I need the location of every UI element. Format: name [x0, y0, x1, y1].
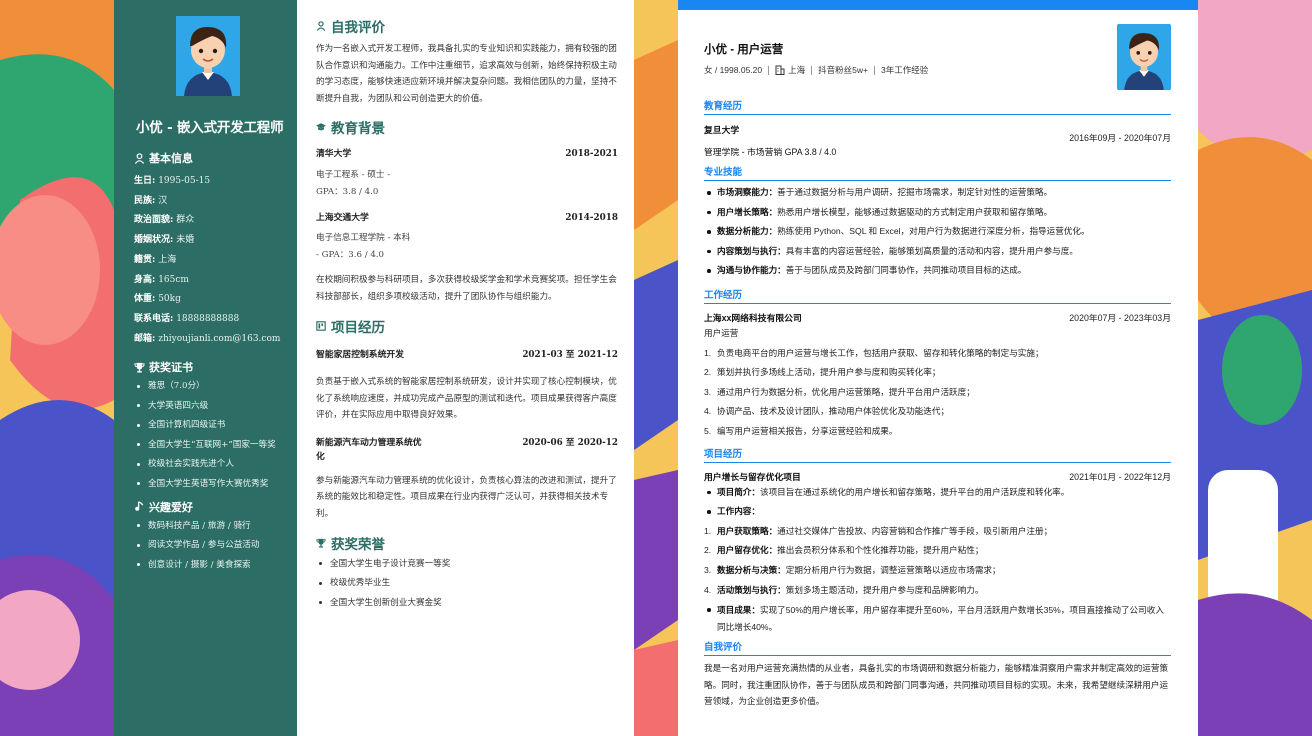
education-entry: 上海交通大学 2014-2018 电子信息工程学院 - 本科 - GPA：3.6 …: [316, 212, 618, 261]
list-item: 全国大学生英语写作大赛优秀奖: [134, 478, 279, 491]
avatar: [1117, 24, 1171, 90]
resume2-meta: 女 / 1998.05.20 上海 抖音粉丝5w+ 3年工作经验: [704, 65, 929, 75]
self-eval-heading: 自我评价: [704, 639, 1171, 657]
work-heading: 工作经历: [704, 287, 1171, 304]
list-item: 4. 协调产品、技术及设计团队，推动用户体验优化及功能迭代；: [704, 406, 950, 417]
list-item: 沟通与协作能力：善于与团队成员及跨部门同事协作，共同推动项目目标的达成。: [704, 261, 1171, 281]
skills-list: 市场洞察能力：善于通过数据分析与用户调研，挖掘市场需求，制定针对性的运营策略。 …: [704, 183, 1171, 281]
info-row: 政治面貌: 群众: [134, 215, 195, 226]
info-row: 邮箱: zhiyoujianli.com@163.com: [134, 333, 281, 344]
top-accent-bar: [678, 0, 1198, 10]
list-item: 校级优秀毕业生: [316, 577, 618, 590]
project-intro: 项目简介：该项目旨在通过系统化的用户增长和留存策略，提升平台的用户活跃度和转化率…: [704, 483, 1171, 522]
list-item: 3. 数据分析与决策：定期分析用户行为数据，调整运营策略以适应市场需求；: [704, 564, 1001, 575]
trophy-icon: [316, 538, 326, 548]
info-row: 身高: 165cm: [134, 274, 189, 285]
trophy-icon: [134, 362, 145, 373]
list-item: 5. 编写用户运营相关报告，分享运营经验和成果。: [704, 425, 898, 436]
project-entry: 智能家居控制系统开发 2021-03 至 2021-12 负责基于嵌入式系统的智能…: [316, 349, 618, 421]
honors-heading: 获奖荣誉: [316, 533, 618, 553]
list-item: 内容策划与执行：具有丰富的内容运营经验，能够策划高质量的活动和内容，提升用户参与…: [704, 242, 1171, 262]
work-role: 用户运营: [704, 327, 739, 338]
graduation-cap-icon: [316, 123, 326, 131]
work-duties: 1. 负责电商平台的用户运营与增长工作，包括用户获取、留存和转化策略的制定与实施；…: [704, 344, 1171, 442]
project-entry: 用户增长与留存优化项目 2021年01月 - 2022年12月: [704, 471, 1171, 482]
music-note-icon: [135, 501, 144, 512]
project-entry: 新能源汽车动力管理系统优化 2020-06 至 2020-12 参与新能源汽车动力…: [316, 437, 618, 520]
list-item: 项目成果：实现了50%的用户增长率，用户留存率提升至60%，平台月活跃用户数增长…: [704, 600, 1171, 635]
list-item: 全国大学生创新创业大赛金奖: [316, 597, 618, 610]
resume1-sidebar: 小优 - 嵌入式开发工程师 基本信息 生日: 1995-05-15 民族: 汉 …: [114, 0, 297, 736]
certificates-list: 雅思（7.0分） 大学英语四六级 全国计算机四级证书 全国大学生“互联网+”国家…: [134, 380, 279, 491]
list-item: 1. 用户获取策略：通过社交媒体广告投放、内容营销和合作推广等手段，吸引新用户注册…: [704, 525, 1053, 536]
self-eval-text: 作为一名嵌入式开发工程师，我具备扎实的专业知识和实践能力，拥有较强的团队合作意识…: [316, 44, 617, 104]
list-item: 数据分析能力：熟练使用 Python、SQL 和 Excel，对用户行为数据进行…: [704, 222, 1171, 242]
building-icon: [775, 65, 785, 75]
resume1-name-title: 小优 - 嵌入式开发工程师: [136, 120, 284, 136]
certificates-heading: 获奖证书: [134, 359, 279, 375]
info-row: 民族: 汉: [134, 195, 168, 206]
info-row: 生日: 1995-05-15: [134, 176, 211, 186]
project-steps: 1. 用户获取策略：通过社交媒体广告投放、内容营销和合作推广等手段，吸引新用户注册…: [704, 522, 1171, 600]
hobbies-heading: 兴趣爱好: [134, 499, 279, 515]
work-entry: 上海xx网络科技有限公司 2020年07月 - 2023年03月: [704, 312, 1171, 323]
list-item: 1. 负责电商平台的用户运营与增长工作，包括用户获取、留存和转化策略的制定与实施；: [704, 347, 1044, 358]
education-heading: 教育背景: [316, 117, 618, 137]
education-note: 在校期间积极参与科研项目，多次获得校级奖学金和学术竞赛奖项。担任学生会科技部部长…: [316, 275, 617, 302]
education-entry: 复旦大学 管理学院 - 市场营销 GPA 3.8 / 4.0 2016年09月 …: [704, 125, 1171, 157]
list-item: 全国大学生电子设计竞赛一等奖: [316, 558, 618, 571]
resume2-name-title: 小优 - 用户运营: [704, 44, 784, 56]
list-item: 4. 活动策划与执行：策划多场主题活动，提升用户参与度和品牌影响力。: [704, 584, 984, 595]
info-row: 联系电话: 18888888888: [134, 313, 240, 324]
hobbies-list: 数码科技产品 / 旅游 / 骑行 阅读文学作品 / 参与公益活动 创意设计 / …: [134, 520, 279, 572]
education-entry: 清华大学 2018-2021 电子工程系 - 硕士 - GPA：3.8 / 4.0: [316, 149, 618, 197]
list-item: 3. 通过用户行为数据分析，优化用户运营策略，提升平台用户活跃度；: [704, 386, 975, 397]
basic-info-list: 生日: 1995-05-15 民族: 汉 政治面貌: 群众 婚姻状况: 未婚 籍…: [134, 172, 281, 349]
info-row: 婚姻状况: 未婚: [134, 235, 195, 246]
list-item: 2. 用户留存优化：推出会员积分体系和个性化推荐功能，提升用户粘性；: [704, 545, 984, 556]
skills-heading: 专业技能: [704, 164, 1171, 181]
list-item: 雅思（7.0分）: [134, 380, 279, 393]
list-item: 全国大学生“互联网+”国家一等奖: [134, 439, 279, 452]
list-item: 大学英语四六级: [134, 400, 279, 413]
info-row: 籍贯: 上海: [134, 254, 177, 265]
honors-list: 全国大学生电子设计竞赛一等奖 校级优秀毕业生 全国大学生创新创业大赛金奖: [316, 558, 618, 610]
list-item: 全国计算机四级证书: [134, 419, 279, 432]
list-item: 用户增长策略：熟悉用户增长模型，能够通过数据驱动的方式制定用户获取和留存策略。: [704, 203, 1171, 223]
list-item: 校级社会实践先进个人: [134, 458, 279, 471]
resume1-main: 自我评价 作为一名嵌入式开发工程师，我具备扎实的专业知识和实践能力，拥有较强的团…: [297, 0, 634, 736]
project-heading: 项目经历: [704, 446, 1171, 463]
self-eval-heading: 自我评价: [316, 16, 618, 36]
projects-heading: 项目经历: [316, 316, 618, 336]
avatar: [176, 16, 240, 96]
basic-info-heading: 基本信息: [134, 150, 279, 166]
resume-user-operations: 小优 - 用户运营 女 / 1998.05.20 上海 抖音粉丝5w+ 3年工作…: [678, 0, 1198, 736]
list-item: 市场洞察能力：善于通过数据分析与用户调研，挖掘市场需求，制定针对性的运营策略。: [704, 183, 1171, 203]
person-icon: [316, 21, 326, 31]
project-result: 项目成果：实现了50%的用户增长率，用户留存率提升至60%，平台月活跃用户数增长…: [704, 600, 1171, 635]
list-item: 阅读文学作品 / 参与公益活动: [134, 539, 279, 552]
person-icon: [134, 152, 145, 164]
list-item: 项目简介：该项目旨在通过系统化的用户增长和留存策略，提升平台的用户活跃度和转化率…: [704, 483, 1171, 503]
project-board-icon: [316, 320, 326, 331]
list-item: 数码科技产品 / 旅游 / 骑行: [134, 520, 279, 533]
info-row: 体重: 50kg: [134, 294, 181, 305]
resume-embedded-engineer: 小优 - 嵌入式开发工程师 基本信息 生日: 1995-05-15 民族: 汉 …: [114, 0, 634, 736]
self-eval-text: 我是一名对用户运营充满热情的从业者，具备扎实的市场调研和数据分析能力，能够精准洞…: [704, 663, 1169, 707]
list-item: 创意设计 / 摄影 / 美食探索: [134, 559, 279, 572]
education-heading: 教育经历: [704, 98, 1171, 115]
list-item: 2. 策划并执行多场线上活动，提升用户参与度和购买转化率；: [704, 367, 941, 378]
list-item: 工作内容：: [704, 502, 1171, 522]
